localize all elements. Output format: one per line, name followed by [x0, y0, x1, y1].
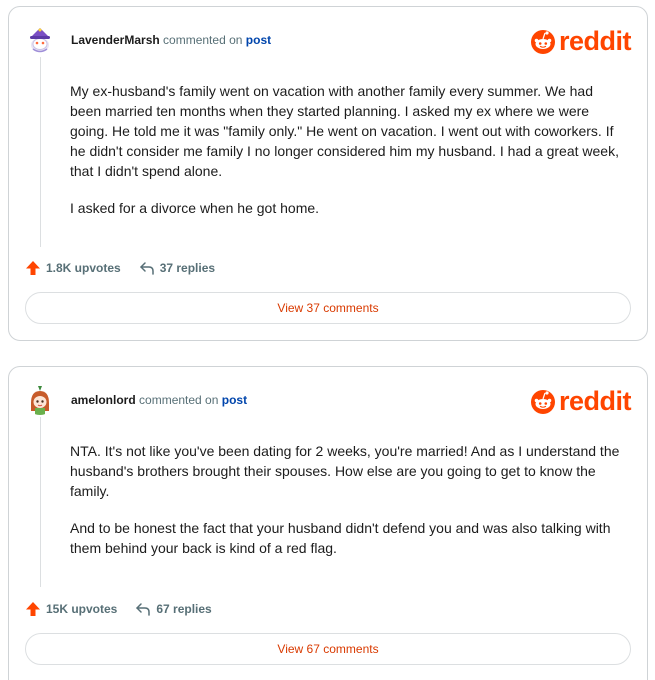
- upvote-arrow-icon: [26, 261, 40, 275]
- comment-paragraph: And to be honest the fact that your husb…: [70, 520, 611, 556]
- comment-actions: 1.8K upvotes 37 replies: [25, 260, 233, 276]
- reddit-snoo-icon: [530, 30, 555, 54]
- upvote-count: 15K upvotes: [46, 602, 118, 616]
- comment-body: My ex-husband's family went on vacation …: [70, 81, 627, 235]
- reddit-logo[interactable]: reddit: [530, 25, 632, 56]
- comment-actions: 15K upvotes 67 replies: [25, 601, 230, 617]
- comment-card: amelonlord commented on post reddit NTA.…: [8, 366, 648, 680]
- byline: amelonlord commented on post: [71, 393, 247, 407]
- replies-button[interactable]: 37 replies: [139, 260, 215, 276]
- user-avatar[interactable]: [25, 25, 55, 55]
- comment-paragraph: NTA. It's not like you've been dating fo…: [70, 443, 620, 499]
- snoo-wizard-avatar-icon: [25, 25, 55, 55]
- upvote-count: 1.8K upvotes: [46, 261, 121, 275]
- thread-line: [40, 417, 41, 587]
- view-comments-button[interactable]: View 37 comments: [25, 292, 631, 324]
- comment-header: LavenderMarsh commented on post reddit: [25, 19, 632, 59]
- upvote-button[interactable]: 1.8K upvotes: [25, 260, 121, 276]
- thread-line: [40, 57, 41, 247]
- comment-header: amelonlord commented on post reddit: [25, 379, 632, 419]
- upvote-arrow-icon: [26, 602, 40, 616]
- username[interactable]: LavenderMarsh: [71, 33, 160, 47]
- commented-on-text: commented on: [139, 393, 219, 407]
- comment-body: NTA. It's not like you've been dating fo…: [70, 441, 627, 575]
- reddit-logo[interactable]: reddit: [530, 385, 632, 416]
- reply-arrow-icon: [139, 262, 154, 275]
- reply-count: 37 replies: [159, 261, 216, 275]
- username[interactable]: amelonlord: [71, 393, 136, 407]
- reddit-wordmark: reddit: [558, 385, 632, 416]
- reddit-snoo-icon: [530, 390, 555, 414]
- commented-on-text: commented on: [163, 33, 243, 47]
- snoo-redhead-avatar-icon: [25, 385, 55, 415]
- reply-count: 67 replies: [156, 602, 212, 616]
- comment-card: LavenderMarsh commented on post reddit M…: [8, 6, 648, 341]
- reddit-wordmark: reddit: [558, 25, 632, 56]
- user-avatar[interactable]: [25, 385, 55, 415]
- comment-paragraph: I asked for a divorce when he got home.: [70, 200, 320, 216]
- comment-paragraph: My ex-husband's family went on vacation …: [70, 83, 619, 179]
- post-link[interactable]: post: [222, 393, 247, 407]
- upvote-button[interactable]: 15K upvotes: [25, 601, 117, 617]
- replies-button[interactable]: 67 replies: [135, 601, 212, 617]
- view-comments-button[interactable]: View 67 comments: [25, 633, 631, 665]
- byline: LavenderMarsh commented on post: [71, 33, 271, 47]
- reply-arrow-icon: [136, 603, 151, 616]
- post-link[interactable]: post: [246, 33, 271, 47]
